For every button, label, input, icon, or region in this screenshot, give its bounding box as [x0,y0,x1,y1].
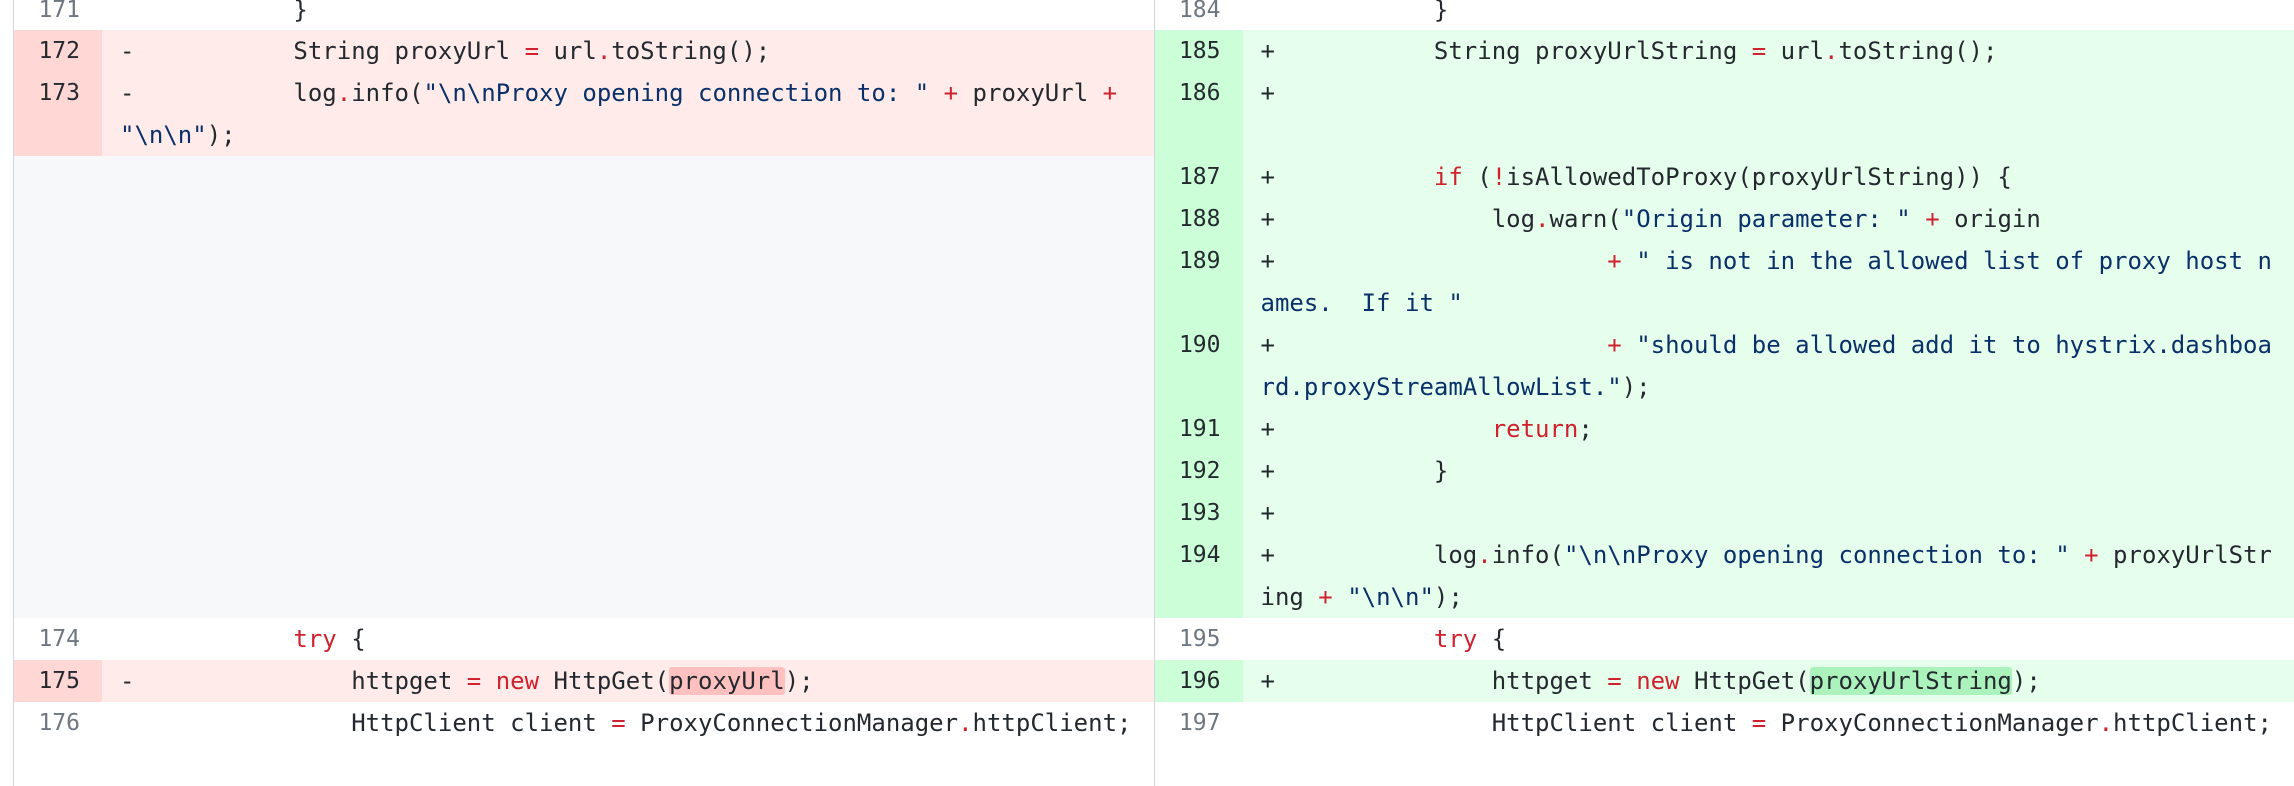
line-number[interactable] [14,324,102,408]
code-line: + String proxyUrlString = url.toString()… [1243,30,2294,72]
line-number[interactable]: 174 [14,618,102,660]
right-diff-cell: 191+ return; [1154,408,2294,450]
right-diff-cell: 194+ log.info("\n\nProxy opening connect… [1154,534,2294,618]
code-line: + log.info("\n\nProxy opening connection… [1243,534,2294,618]
line-number[interactable]: 197 [1155,702,1243,786]
code-line: - log.info("\n\nProxy opening connection… [102,72,1154,156]
code-line: } [1243,0,2294,30]
code-line: + + "should be allowed add it to hystrix… [1243,324,2294,408]
line-number[interactable]: 176 [14,702,102,786]
left-diff-cell: 172- String proxyUrl = url.toString(); [14,30,1154,72]
code-line [102,534,1154,618]
diff-row: 191+ return; [14,408,2294,450]
diff-row: 188+ log.warn("Origin parameter: " + ori… [14,198,2294,240]
line-number[interactable]: 173 [14,72,102,156]
line-number[interactable]: 175 [14,660,102,702]
right-diff-cell: 195 try { [1154,618,2294,660]
line-number[interactable] [14,198,102,240]
code-line [102,240,1154,324]
left-diff-cell [14,534,1154,618]
code-line [102,324,1154,408]
line-number[interactable]: 194 [1155,534,1243,618]
diff-row: 189+ + " is not in the allowed list of p… [14,240,2294,324]
right-diff-cell: 190+ + "should be allowed add it to hyst… [1154,324,2294,408]
line-number[interactable] [14,534,102,618]
diff-row: 190+ + "should be allowed add it to hyst… [14,324,2294,408]
diff-row: 171 }184 } [14,0,2294,30]
left-diff-cell [14,156,1154,198]
code-line: - httpget = new HttpGet(proxyUrl); [102,660,1154,702]
diff-row: 192+ } [14,450,2294,492]
left-diff-cell: 171 } [14,0,1154,30]
line-number[interactable] [14,450,102,492]
code-line: } [102,0,1154,30]
code-line: HttpClient client = ProxyConnectionManag… [1243,702,2294,786]
line-number[interactable] [14,156,102,198]
left-diff-cell: 176 HttpClient client = ProxyConnectionM… [14,702,1154,786]
code-line: try { [1243,618,2294,660]
code-line [102,408,1154,450]
line-number[interactable] [14,408,102,450]
left-diff-cell [14,492,1154,534]
line-number[interactable]: 172 [14,30,102,72]
split-diff-view: 171 }184 }172- String proxyUrl = url.toS… [13,0,2294,786]
line-number[interactable] [14,240,102,324]
left-diff-cell: 175- httpget = new HttpGet(proxyUrl); [14,660,1154,702]
code-line [102,450,1154,492]
diff-row: 187+ if (!isAllowedToProxy(proxyUrlStrin… [14,156,2294,198]
right-diff-cell: 184 } [1154,0,2294,30]
code-line [102,156,1154,198]
diff-row: 176 HttpClient client = ProxyConnectionM… [14,702,2294,786]
right-diff-cell: 186+ [1154,72,2294,156]
line-number[interactable] [14,492,102,534]
right-diff-cell: 196+ httpget = new HttpGet(proxyUrlStrin… [1154,660,2294,702]
code-line: + } [1243,450,2294,492]
diff-row: 173- log.info("\n\nProxy opening connect… [14,72,2294,156]
line-number[interactable]: 196 [1155,660,1243,702]
line-number[interactable]: 184 [1155,0,1243,30]
code-line: + return; [1243,408,2294,450]
left-diff-cell [14,408,1154,450]
line-number[interactable]: 189 [1155,240,1243,324]
line-number[interactable]: 186 [1155,72,1243,156]
right-diff-cell: 185+ String proxyUrlString = url.toStrin… [1154,30,2294,72]
line-number[interactable]: 192 [1155,450,1243,492]
code-line: HttpClient client = ProxyConnectionManag… [102,702,1154,786]
right-diff-cell: 189+ + " is not in the allowed list of p… [1154,240,2294,324]
code-line: + httpget = new HttpGet(proxyUrlString); [1243,660,2294,702]
right-diff-cell: 193+ [1154,492,2294,534]
code-line: + if (!isAllowedToProxy(proxyUrlString))… [1243,156,2294,198]
line-number[interactable]: 188 [1155,198,1243,240]
diff-row: 174 try {195 try { [14,618,2294,660]
line-number[interactable]: 190 [1155,324,1243,408]
code-line [102,198,1154,240]
left-diff-cell: 173- log.info("\n\nProxy opening connect… [14,72,1154,156]
line-number[interactable]: 185 [1155,30,1243,72]
diff-row: 193+ [14,492,2294,534]
left-diff-cell [14,450,1154,492]
right-diff-cell: 192+ } [1154,450,2294,492]
line-number[interactable]: 191 [1155,408,1243,450]
line-number[interactable]: 171 [14,0,102,30]
code-line: + + " is not in the allowed list of prox… [1243,240,2294,324]
right-diff-cell: 197 HttpClient client = ProxyConnectionM… [1154,702,2294,786]
line-number[interactable]: 187 [1155,156,1243,198]
right-diff-cell: 188+ log.warn("Origin parameter: " + ori… [1154,198,2294,240]
line-number[interactable]: 193 [1155,492,1243,534]
line-number[interactable]: 195 [1155,618,1243,660]
code-line: + [1243,72,2294,156]
diff-row: 175- httpget = new HttpGet(proxyUrl);196… [14,660,2294,702]
code-line: - String proxyUrl = url.toString(); [102,30,1154,72]
code-line: try { [102,618,1154,660]
left-diff-cell [14,324,1154,408]
left-diff-cell [14,240,1154,324]
left-diff-cell: 174 try { [14,618,1154,660]
code-line [102,492,1154,534]
left-diff-cell [14,198,1154,240]
code-line: + [1243,492,2294,534]
code-line: + log.warn("Origin parameter: " + origin [1243,198,2294,240]
right-diff-cell: 187+ if (!isAllowedToProxy(proxyUrlStrin… [1154,156,2294,198]
diff-row: 194+ log.info("\n\nProxy opening connect… [14,534,2294,618]
diff-row: 172- String proxyUrl = url.toString();18… [14,30,2294,72]
